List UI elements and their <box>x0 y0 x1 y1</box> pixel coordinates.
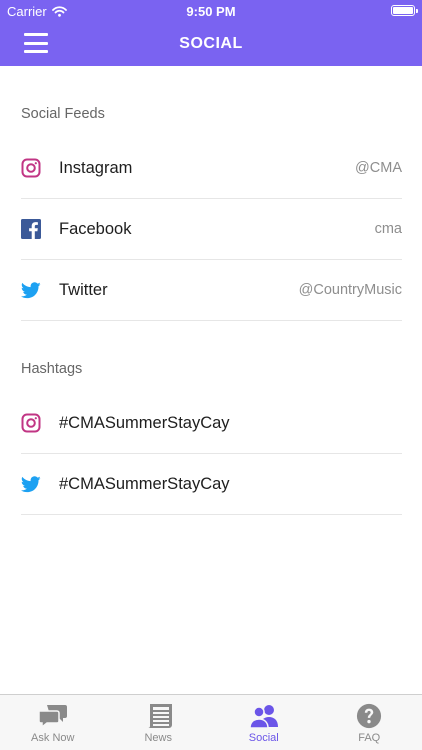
twitter-icon <box>21 474 41 494</box>
people-icon <box>248 705 278 729</box>
tab-ask-now[interactable]: Ask Now <box>0 695 106 750</box>
feed-label: Facebook <box>59 219 132 238</box>
feed-label: Instagram <box>59 158 133 177</box>
facebook-icon <box>21 219 41 239</box>
section-title-hashtags: Hashtags <box>21 361 83 377</box>
twitter-icon <box>21 280 41 300</box>
status-time: 9:50 PM <box>186 4 236 19</box>
hashtag-label: #CMASummerStayCay <box>59 413 230 432</box>
hashtag-row-twitter[interactable]: #CMASummerStayCay <box>21 454 402 515</box>
newspaper-icon <box>146 704 173 728</box>
tab-label: Social <box>248 732 279 744</box>
page-title: SOCIAL <box>179 35 243 52</box>
feed-row-facebook[interactable]: Facebook cma <box>21 199 402 260</box>
tab-social[interactable]: Social <box>211 695 317 750</box>
feed-handle: @CMA <box>355 160 402 176</box>
tab-faq[interactable]: FAQ <box>317 695 422 750</box>
feed-row-twitter[interactable]: Twitter @CountryMusic <box>21 260 402 321</box>
hashtag-label: #CMASummerStayCay <box>59 474 230 493</box>
instagram-icon <box>21 158 41 178</box>
chat-bubbles-icon <box>38 705 67 729</box>
tab-label: FAQ <box>358 732 381 744</box>
feed-row-instagram[interactable]: Instagram @CMA <box>21 138 402 199</box>
tab-news[interactable]: News <box>106 695 212 750</box>
question-icon <box>357 703 382 729</box>
feed-handle: cma <box>374 221 402 237</box>
hashtag-row-instagram[interactable]: #CMASummerStayCay <box>21 393 402 454</box>
tab-label: Ask Now <box>31 732 75 744</box>
feed-handle: @CountryMusic <box>298 282 402 298</box>
header-bar: Carrier 9:50 PM SOCIAL <box>0 0 422 66</box>
section-title-social-feeds: Social Feeds <box>21 106 105 122</box>
instagram-icon <box>21 413 41 433</box>
tab-bar: Ask Now News Social FAQ <box>0 694 422 750</box>
status-bar: Carrier 9:50 PM <box>0 0 422 22</box>
feed-label: Twitter <box>59 280 108 299</box>
battery-icon <box>391 5 418 16</box>
tab-label: News <box>144 732 172 744</box>
